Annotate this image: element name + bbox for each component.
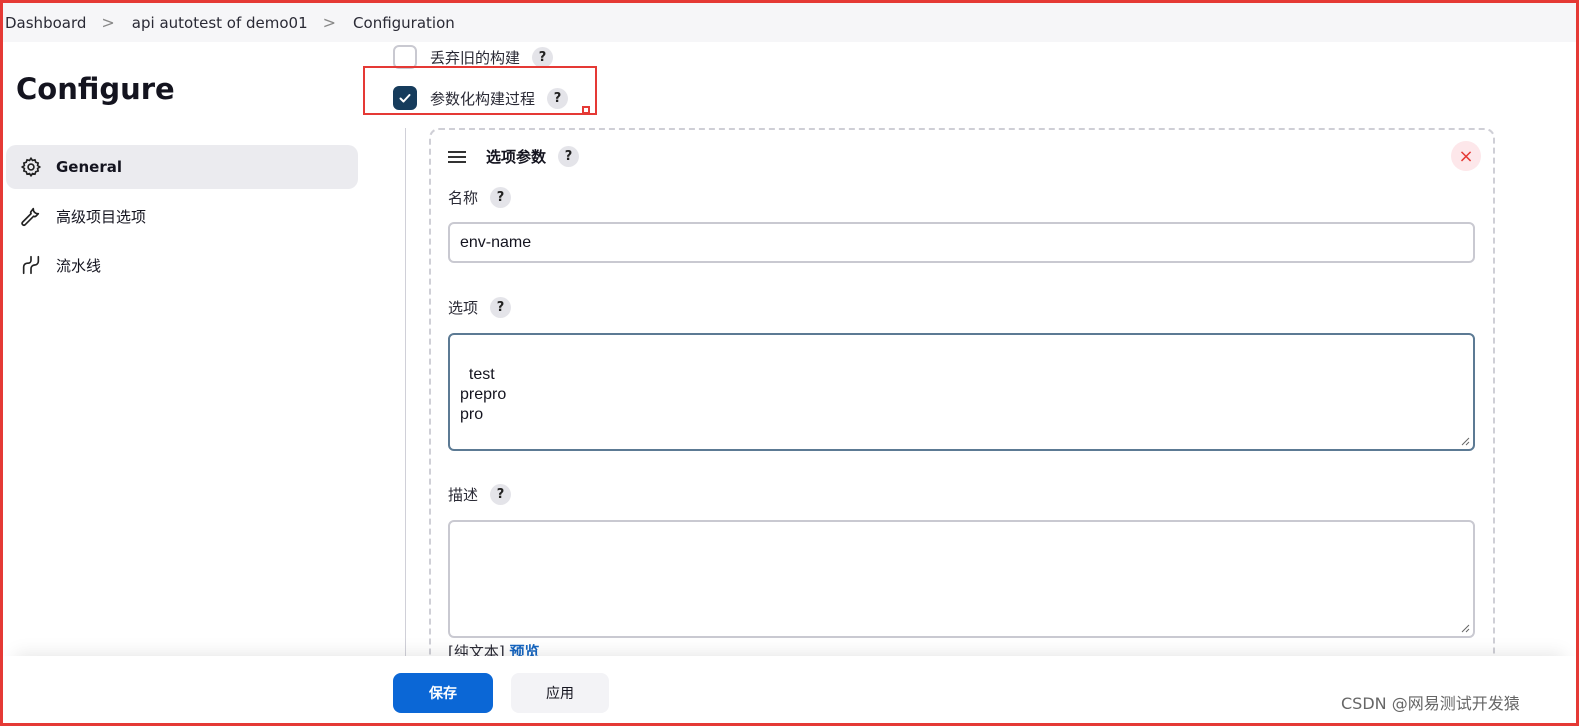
choices-textarea-value: test prepro pro [460,366,507,423]
sidebar-item-label: 流水线 [56,256,102,275]
name-field-label: 名称 [448,189,479,207]
choice-parameter-header: 选项参数 ? [448,146,580,167]
breadcrumb-configuration[interactable]: Configuration [351,14,455,32]
help-icon[interactable]: ? [532,46,554,68]
sidebar-item-pipeline[interactable]: 流水线 [6,243,358,287]
choice-parameter-title: 选项参数 [486,148,547,166]
resize-handle-icon[interactable] [1460,623,1470,633]
choices-field-label-row: 选项 ? [448,297,512,318]
close-icon[interactable]: × [1451,141,1481,171]
page-title: Configure [16,72,175,106]
choices-field-label: 选项 [448,299,479,317]
apply-button[interactable]: 应用 [511,673,609,713]
sidebar-item-label: 高级项目选项 [56,207,147,226]
drag-handle-icon[interactable] [448,150,466,163]
section-divider [405,128,406,658]
help-icon[interactable]: ? [490,297,512,318]
description-textarea[interactable] [448,520,1475,638]
gear-icon [19,155,43,179]
pipeline-icon [19,253,43,277]
description-field-label: 描述 [448,486,479,504]
breadcrumb-dashboard[interactable]: Dashboard [3,14,86,32]
name-input[interactable]: env-name [448,222,1475,263]
description-field-label-row: 描述 ? [448,484,512,505]
save-button[interactable]: 保存 [393,673,493,713]
annotation-resize-handle [582,106,590,114]
discard-old-builds-label: 丢弃旧的构建 [430,48,521,67]
annotation-highlight-box [363,66,597,115]
breadcrumb-job[interactable]: api autotest of demo01 [130,14,308,32]
help-icon[interactable]: ? [490,484,512,505]
help-icon[interactable]: ? [490,187,512,208]
help-icon[interactable]: ? [558,146,580,167]
watermark: CSDN @网易测试开发猿 [1341,694,1520,713]
wrench-icon [19,204,43,228]
breadcrumb: Dashboard > api autotest of demo01 > Con… [3,3,1576,42]
resize-handle-icon[interactable] [1460,436,1470,446]
chevron-right-icon: > [322,13,337,32]
name-field-label-row: 名称 ? [448,187,512,208]
sidebar-item-advanced[interactable]: 高级项目选项 [6,194,358,238]
choices-textarea[interactable]: test prepro pro [448,333,1475,451]
sidebar-item-general[interactable]: General [6,145,358,189]
sidebar-item-label: General [56,158,122,176]
chevron-right-icon: > [101,13,115,32]
